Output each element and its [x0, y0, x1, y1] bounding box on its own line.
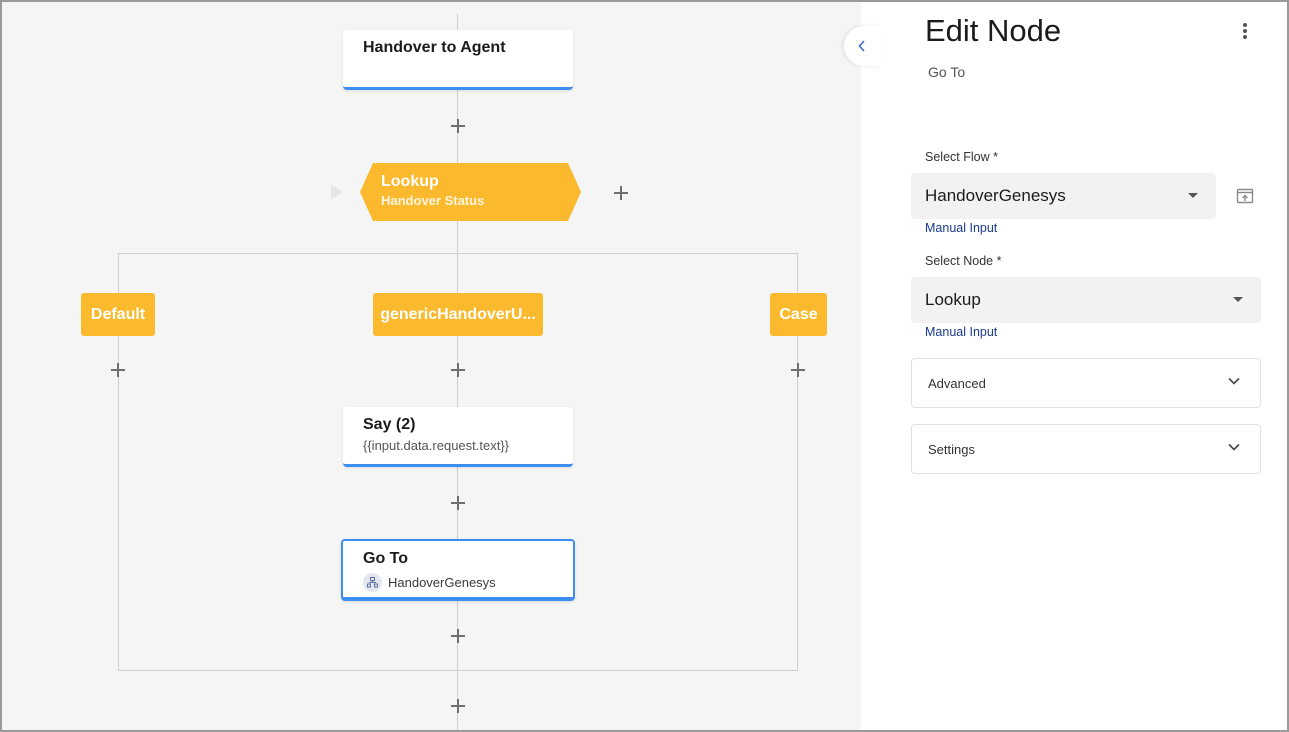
select-node-dropdown[interactable]: Lookup — [911, 277, 1261, 323]
add-case-plus-icon[interactable] — [613, 185, 629, 201]
chevron-down-icon — [1228, 443, 1240, 451]
section-label: Settings — [928, 441, 975, 457]
node-subtitle: Handover Status — [381, 193, 485, 208]
branch-generic-handover[interactable]: genericHandoverU... — [373, 293, 543, 336]
add-node-plus-icon[interactable] — [450, 628, 466, 644]
section-label: Advanced — [928, 375, 986, 391]
add-node-plus-icon[interactable] — [450, 118, 466, 134]
node-manual-input-link[interactable]: Manual Input — [925, 325, 997, 339]
panel-subtitle: Go To — [928, 64, 966, 80]
edit-node-panel: Edit Node Go To Select Flow * HandoverGe… — [861, 0, 1289, 732]
node-handover-to-agent[interactable]: Handover to Agent — [343, 30, 573, 90]
select-flow-label: Select Flow * — [925, 150, 998, 164]
kebab-menu-icon[interactable] — [1235, 20, 1255, 42]
play-icon — [331, 185, 343, 199]
flow-manual-input-link[interactable]: Manual Input — [925, 221, 997, 235]
add-node-plus-icon[interactable] — [110, 362, 126, 378]
settings-section[interactable]: Settings — [911, 424, 1261, 474]
branch-case[interactable]: Case — [770, 293, 827, 336]
branch-frame-top — [118, 253, 798, 254]
branch-frame-bottom — [118, 670, 798, 671]
node-title: Say (2) — [363, 416, 416, 433]
add-node-plus-icon[interactable] — [450, 495, 466, 511]
node-title: Go To — [363, 550, 409, 567]
flow-canvas[interactable]: Handover to Agent Lookup Handover Status… — [0, 0, 861, 732]
node-goto[interactable]: Go To HandoverGenesys — [341, 539, 575, 601]
select-flow-dropdown[interactable]: HandoverGenesys — [911, 173, 1216, 219]
connector-line — [457, 14, 458, 30]
advanced-section[interactable]: Advanced — [911, 358, 1261, 408]
panel-title: Edit Node — [925, 13, 1062, 48]
node-subtitle: {{input.data.request.text}} — [363, 438, 510, 453]
add-node-plus-icon[interactable] — [790, 362, 806, 378]
select-flow-value: HandoverGenesys — [925, 186, 1066, 205]
select-node-label: Select Node * — [925, 254, 1002, 268]
dropdown-caret-icon — [1188, 193, 1198, 198]
flow-icon — [363, 573, 382, 592]
open-in-new-icon[interactable] — [1236, 187, 1254, 210]
add-node-plus-icon[interactable] — [450, 698, 466, 714]
dropdown-caret-icon — [1233, 297, 1243, 302]
branch-default[interactable]: Default — [81, 293, 155, 336]
chevron-down-icon — [1228, 377, 1240, 385]
node-lookup[interactable]: Lookup Handover Status — [360, 163, 581, 221]
collapse-panel-button[interactable] — [844, 26, 882, 66]
node-say[interactable]: Say (2) {{input.data.request.text}} — [343, 407, 573, 467]
chevron-left-icon — [858, 40, 865, 52]
node-subtitle: HandoverGenesys — [388, 575, 496, 590]
select-node-value: Lookup — [925, 290, 981, 309]
add-node-plus-icon[interactable] — [450, 362, 466, 378]
connector-line — [457, 221, 458, 293]
node-title: Handover to Agent — [363, 39, 506, 56]
node-title: Lookup — [381, 173, 439, 190]
